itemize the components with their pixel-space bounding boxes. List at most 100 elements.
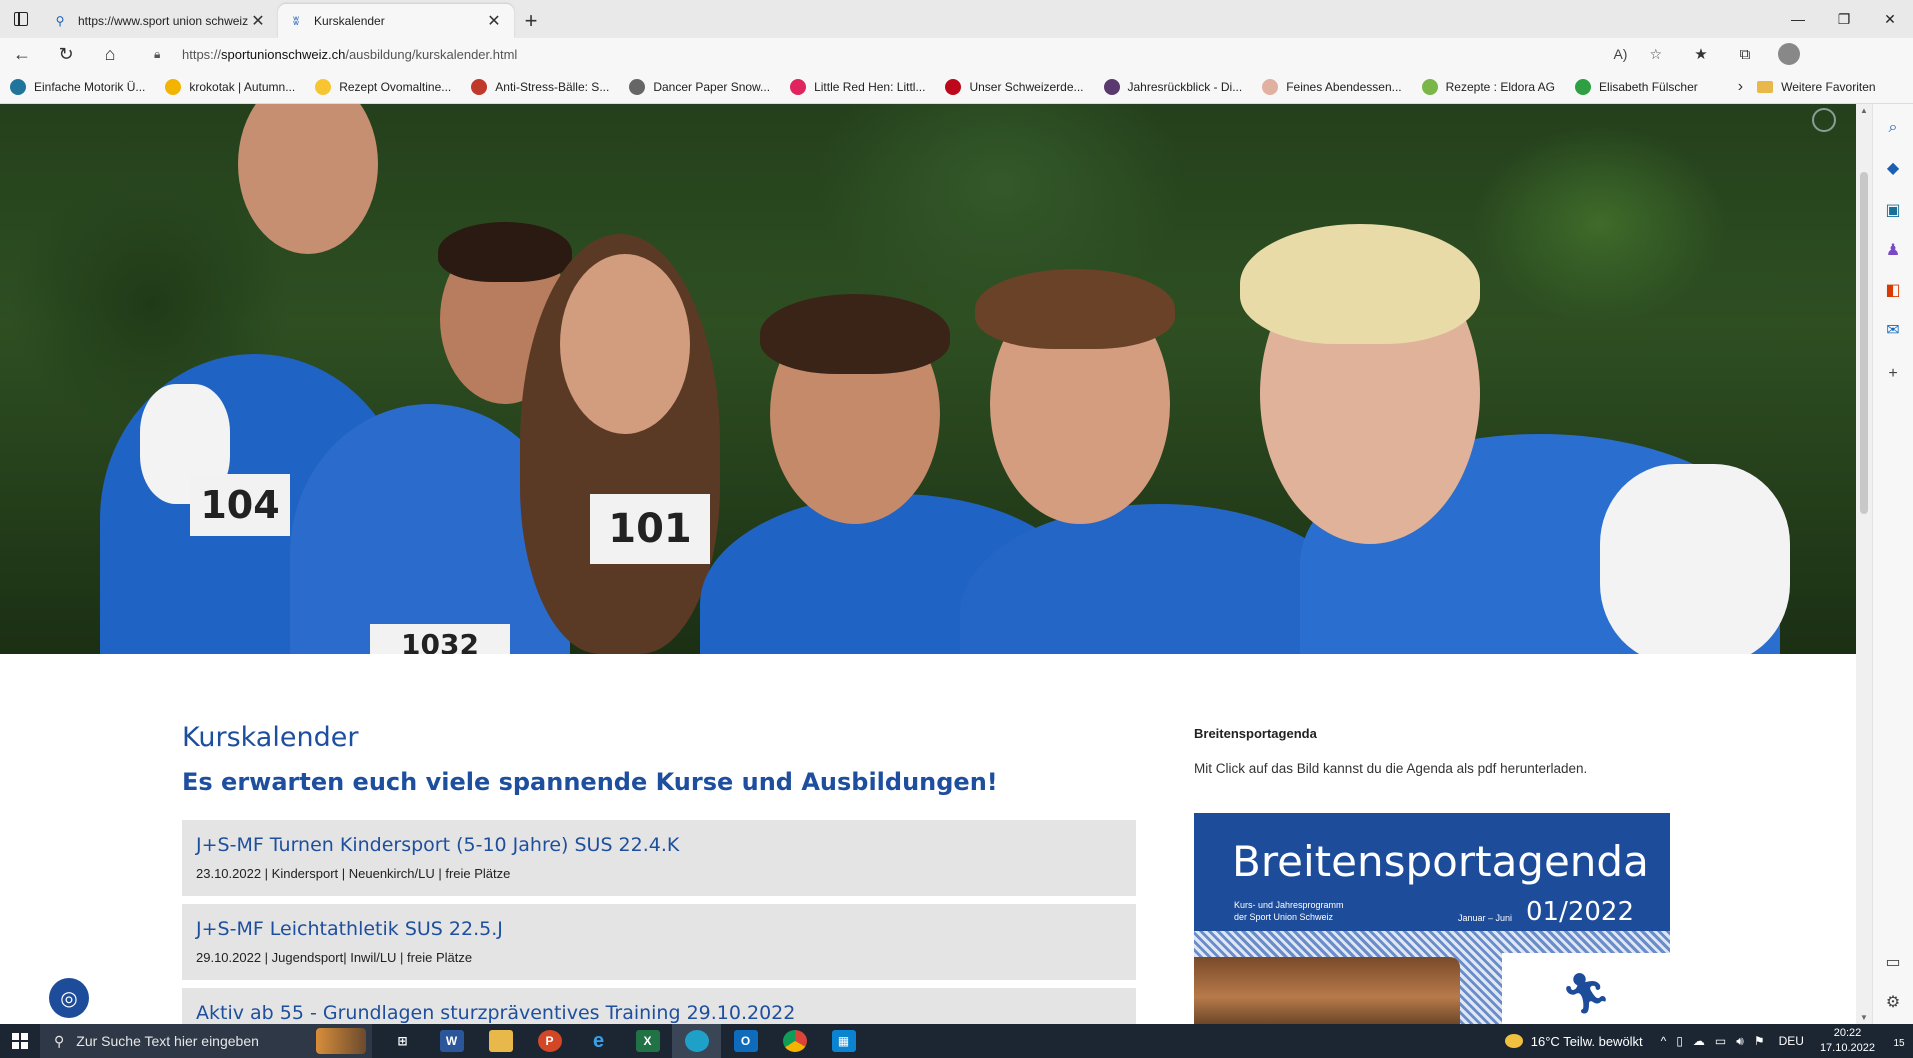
pinterest-icon (945, 78, 962, 95)
powerpoint-app[interactable]: P (525, 1024, 574, 1058)
file-explorer-app[interactable] (476, 1024, 525, 1058)
scroll-up-icon[interactable]: ▲ (1856, 106, 1872, 115)
taskbar-search[interactable]: ⚲ Zur Suche Text hier eingeben (40, 1024, 372, 1058)
start-button[interactable] (0, 1024, 40, 1058)
collections-icon[interactable]: ⧉ (1728, 40, 1762, 68)
favorites-icon[interactable]: ★ (1684, 40, 1718, 68)
word-icon: W (439, 1030, 464, 1052)
window-controls: — ❐ ✕ (1775, 0, 1913, 38)
store-app[interactable]: ▦ (819, 1024, 868, 1058)
add-favorite-icon[interactable]: ☆ (1649, 46, 1662, 63)
weather-widget[interactable]: 16°C Teilw. bewölkt (1504, 1034, 1643, 1049)
task-view-button[interactable]: ⊞ (378, 1024, 427, 1058)
visual-search-icon[interactable] (1812, 108, 1836, 132)
bookmark-item[interactable]: Rezepte : Eldora AG (1421, 78, 1556, 95)
bookmark-item[interactable]: Anti-Stress-Bälle: S... (471, 78, 609, 95)
ie-icon: e (592, 1029, 605, 1052)
language-indicator[interactable]: DEU (1779, 1034, 1804, 1048)
hero-bib: 101 (590, 494, 710, 564)
search-icon[interactable]: ⌕ (1881, 116, 1905, 140)
page-scrollbar[interactable]: ▲ ▼ (1856, 104, 1872, 1024)
course-item[interactable]: J+S-MF Turnen Kindersport (5-10 Jahre) S… (182, 820, 1136, 896)
close-window-icon[interactable]: ✕ (1867, 0, 1913, 38)
bookmark-label: Unser Schweizerde... (969, 79, 1084, 94)
edge-app[interactable] (672, 1024, 721, 1058)
volume-icon[interactable]: 🔊︎ (1736, 1034, 1744, 1049)
flag-icon[interactable]: ⚑ (1754, 1034, 1765, 1049)
bookmark-label: Rezepte : Eldora AG (1445, 79, 1556, 94)
hero-figure (975, 269, 1175, 349)
internet-explorer-app[interactable]: e (574, 1024, 623, 1058)
shopping-tag-icon[interactable]: ◆ (1881, 156, 1905, 180)
url-prefix: https:// (182, 46, 222, 62)
chrome-app[interactable] (770, 1024, 819, 1058)
outlook-app[interactable]: O (721, 1024, 770, 1058)
other-favorites-folder[interactable]: Weitere Favoriten (1757, 80, 1876, 94)
tab-actions-button[interactable] (0, 0, 42, 38)
settings-icon[interactable]: ⚙ (1881, 990, 1905, 1014)
notification-count: 15 (1893, 1038, 1905, 1049)
hero-figure (438, 222, 572, 282)
store-icon: ▦ (831, 1030, 856, 1052)
bookmark-item[interactable]: Elisabeth Fülscher (1575, 78, 1698, 95)
lock-icon[interactable]: 🔒︎ (154, 47, 170, 62)
add-icon[interactable]: + (1881, 362, 1905, 386)
bookmark-label: Elisabeth Fülscher (1599, 79, 1698, 94)
course-item[interactable]: Aktiv ab 55 - Grundlagen sturzpräventive… (182, 988, 1136, 1024)
restore-icon[interactable]: ❐ (1821, 0, 1867, 38)
scrollbar-thumb[interactable] (1860, 172, 1868, 514)
close-tab-icon[interactable]: ✕ (484, 11, 504, 31)
office-icon[interactable]: ◧ (1881, 278, 1905, 302)
bookmark-item[interactable]: Little Red Hen: Littl... (790, 78, 925, 95)
bookmark-item[interactable]: Rezept Ovomaltine... (315, 78, 451, 95)
cloud-icon[interactable]: ☁ (1693, 1034, 1705, 1049)
circle-icon (315, 78, 332, 95)
read-aloud-icon[interactable]: A) (1613, 46, 1627, 63)
clock-date: 17.10.2022 (1819, 1042, 1875, 1054)
tools-icon[interactable]: ▣ (1881, 198, 1905, 222)
bookmark-item[interactable]: Unser Schweizerde... (945, 78, 1084, 95)
course-item[interactable]: J+S-MF Leichtathletik SUS 22.5.J 29.10.2… (182, 904, 1136, 980)
back-button[interactable]: ← (0, 38, 44, 70)
weather-icon (1504, 1034, 1523, 1048)
network-icon[interactable]: ▭ (1715, 1034, 1726, 1049)
excel-app[interactable]: X (623, 1024, 672, 1058)
page-subtitle: Es erwarten euch viele spannende Kurse u… (182, 768, 998, 796)
hero-figure (560, 254, 690, 434)
home-button[interactable]: ⌂ (88, 38, 132, 70)
outlook-icon[interactable]: ✉ (1881, 318, 1905, 342)
bookmark-item[interactable]: krokotak | Autumn... (165, 78, 295, 95)
url-input[interactable]: 🔒︎ https://sportunionschweiz.ch/ausbildu… (140, 40, 1676, 68)
close-tab-icon[interactable]: ✕ (248, 11, 268, 31)
people-icon[interactable]: ♟ (1881, 238, 1905, 262)
agenda-pdf-link[interactable]: Breitensportagenda Kurs- und Jahresprogr… (1194, 813, 1670, 1024)
bookmark-item[interactable]: Dancer Paper Snow... (629, 78, 770, 95)
tab-sport-union[interactable]: ⚲ https://www.sport union schweiz ✕ (42, 4, 278, 38)
tab-kurskalender[interactable]: ʬ Kurskalender ✕ (278, 4, 514, 38)
word-app[interactable]: W (427, 1024, 476, 1058)
course-meta: 23.10.2022 | Kindersport | Neuenkirch/LU… (196, 866, 511, 881)
refresh-button[interactable]: ↻ (44, 38, 88, 70)
hat-icon (1103, 78, 1120, 95)
bookmark-item[interactable]: Jahresrückblick - Di... (1103, 78, 1242, 95)
device-icon[interactable]: ▯ (1676, 1034, 1683, 1049)
course-title-link[interactable]: Aktiv ab 55 - Grundlagen sturzpräventive… (196, 1002, 1122, 1024)
sidebar-layout-icon[interactable]: ▭ (1881, 950, 1905, 974)
fingerprint-button[interactable]: ◎ (49, 978, 89, 1018)
powerpoint-icon: P (537, 1030, 562, 1052)
bookmark-label: Feines Abendessen... (1286, 79, 1402, 94)
notifications-button[interactable]: 15 (1885, 1033, 1913, 1049)
minimize-icon[interactable]: — (1775, 0, 1821, 38)
page-title: Kurskalender (182, 722, 359, 753)
bookmark-item[interactable]: Einfache Motorik Ü... (10, 78, 145, 95)
new-tab-button[interactable]: + (514, 4, 548, 38)
chevron-right-icon[interactable]: › (1738, 78, 1743, 96)
profile-button[interactable] (1772, 40, 1806, 68)
clock[interactable]: 20:22 17.10.2022 (1820, 1026, 1875, 1056)
course-title-link[interactable]: J+S-MF Leichtathletik SUS 22.5.J (196, 918, 1122, 940)
chevron-up-icon[interactable]: ^ (1661, 1034, 1667, 1049)
tab-title: https://www.sport union schweiz (78, 14, 248, 28)
scroll-down-icon[interactable]: ▼ (1856, 1013, 1872, 1022)
bookmark-item[interactable]: Feines Abendessen... (1262, 78, 1402, 95)
course-title-link[interactable]: J+S-MF Turnen Kindersport (5-10 Jahre) S… (196, 834, 1122, 856)
